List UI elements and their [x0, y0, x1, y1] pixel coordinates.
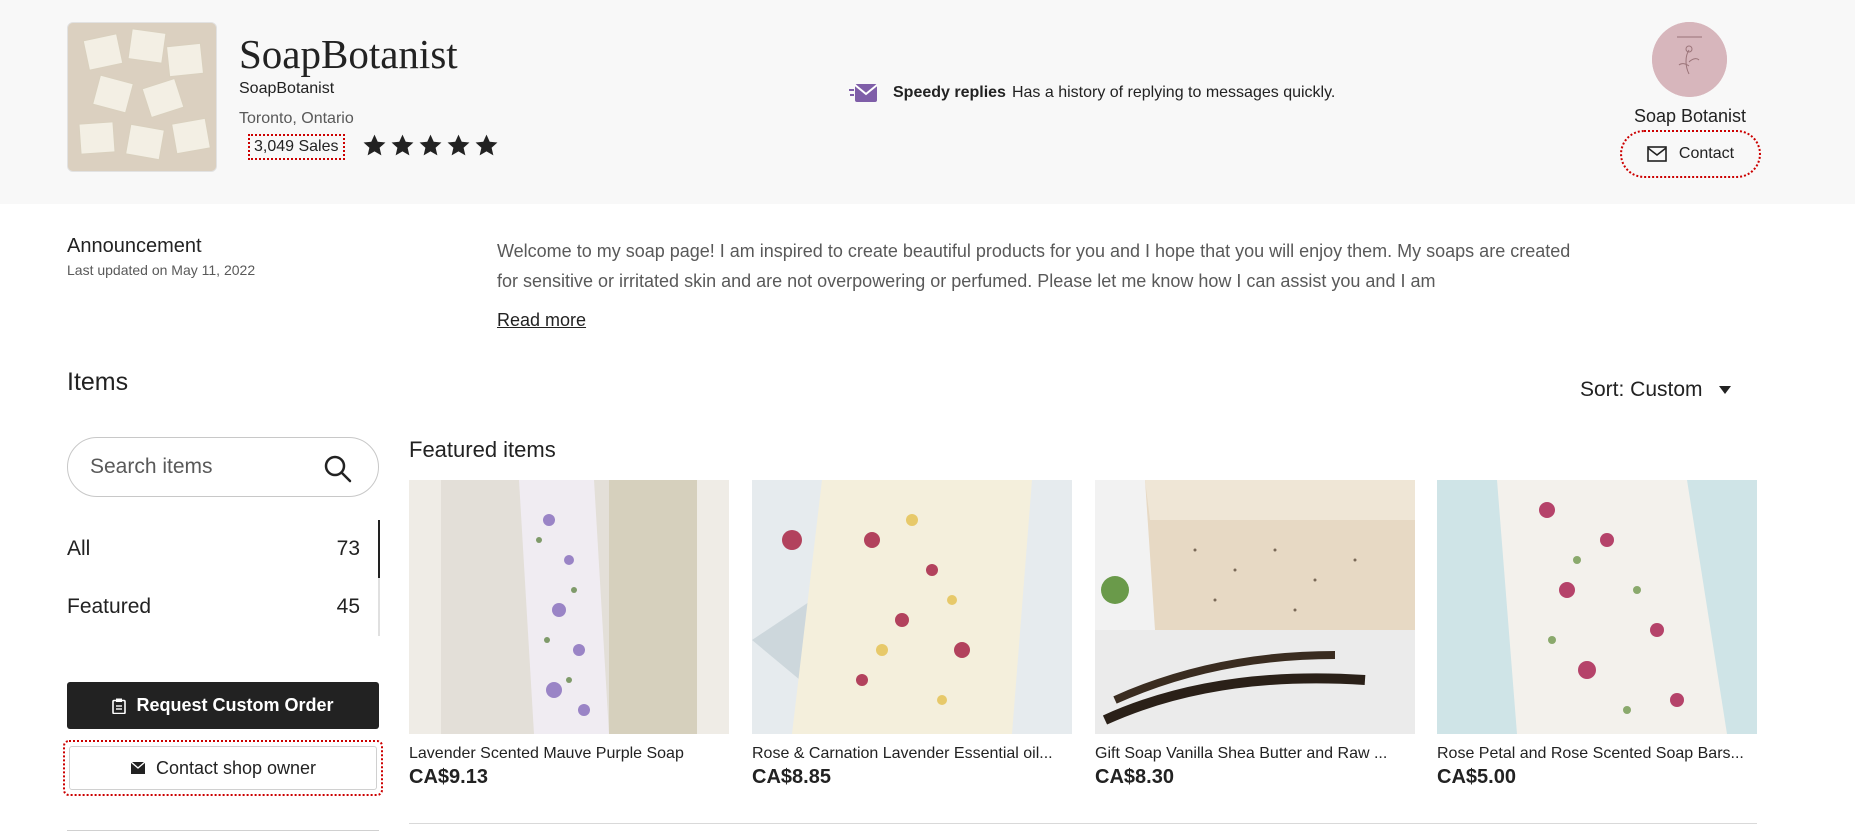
- listing-card[interactable]: Gift Soap Vanilla Shea Butter and Raw ..…: [1095, 480, 1415, 789]
- shop-logo-image[interactable]: [67, 22, 217, 172]
- sort-label: Sort: Custom: [1580, 378, 1703, 401]
- star-icon: [363, 134, 386, 156]
- search-icon[interactable]: [324, 455, 352, 483]
- caret-down-icon: [1718, 386, 1731, 394]
- category-count: 73: [336, 537, 360, 560]
- announcement-updated: Last updated on May 11, 2022: [67, 262, 256, 278]
- category-label: All: [67, 537, 91, 560]
- shop-name: SoapBotanist: [239, 31, 458, 77]
- category-count: 45: [336, 595, 360, 618]
- listing-card[interactable]: Rose & Carnation Lavender Essential oil.…: [752, 480, 1072, 789]
- sales-count-link[interactable]: 3,049 Sales: [248, 134, 345, 160]
- owner-name[interactable]: Soap Botanist: [1600, 106, 1780, 127]
- shop-header: SoapBotanist SoapBotanist Toronto, Ontar…: [0, 0, 1855, 204]
- listing-price: CA$9.13: [409, 766, 488, 788]
- shop-location: Toronto, Ontario: [239, 110, 354, 127]
- contact-button[interactable]: Contact: [1620, 130, 1761, 178]
- sidebar-divider: [67, 830, 379, 831]
- contact-shop-owner-label: Contact shop owner: [155, 757, 317, 778]
- rating-stars[interactable]: [362, 133, 499, 158]
- request-custom-order-button[interactable]: Request Custom Order: [67, 682, 379, 729]
- star-icon: [475, 134, 498, 156]
- clipboard-icon: [112, 698, 127, 714]
- grid-divider: [409, 823, 1757, 824]
- listing-price: CA$5.00: [1437, 766, 1516, 788]
- contact-shop-owner-button[interactable]: Contact shop owner: [63, 740, 383, 796]
- star-icon: [391, 134, 414, 156]
- featured-items-heading: Featured items: [409, 437, 556, 462]
- listing-card[interactable]: Rose Petal and Rose Scented Soap Bars...…: [1437, 480, 1757, 789]
- star-icon: [419, 134, 442, 156]
- owner-avatar[interactable]: [1652, 22, 1727, 97]
- contact-button-label: Contact: [1678, 145, 1735, 162]
- announcement-title: Announcement: [67, 235, 202, 257]
- speedy-replies-badge: Speedy replies Has a history of replying…: [849, 82, 1335, 104]
- search-box: [67, 437, 379, 497]
- listing-card[interactable]: Lavender Scented Mauve Purple Soap CA$9.…: [409, 480, 729, 789]
- shop-handle: SoapBotanist: [239, 80, 335, 97]
- speedy-title: Speedy replies: [893, 84, 1006, 101]
- listing-title[interactable]: Lavender Scented Mauve Purple Soap: [409, 745, 729, 763]
- category-featured[interactable]: Featured 45: [67, 578, 380, 636]
- listing-price: CA$8.85: [752, 766, 831, 788]
- speedy-envelope-icon: [849, 84, 878, 102]
- read-more-link[interactable]: Read more: [497, 310, 586, 331]
- listing-title[interactable]: Rose & Carnation Lavender Essential oil.…: [752, 745, 1072, 763]
- listing-image[interactable]: [1095, 480, 1415, 734]
- listing-image[interactable]: [409, 480, 729, 734]
- listing-title[interactable]: Rose Petal and Rose Scented Soap Bars...: [1437, 745, 1757, 763]
- listing-price: CA$8.30: [1095, 766, 1174, 788]
- category-list: All 73 Featured 45: [67, 520, 380, 636]
- star-icon: [447, 134, 470, 156]
- items-heading: Items: [67, 368, 129, 396]
- listing-title[interactable]: Gift Soap Vanilla Shea Butter and Raw ..…: [1095, 745, 1415, 763]
- announcement-text: Welcome to my soap page! I am inspired t…: [497, 241, 1571, 291]
- mail-icon: [1647, 146, 1667, 162]
- search-input[interactable]: [90, 455, 310, 479]
- request-custom-order-label: Request Custom Order: [136, 695, 334, 715]
- category-label: Featured: [67, 595, 152, 618]
- category-all[interactable]: All 73: [67, 520, 380, 578]
- listing-image[interactable]: [1437, 480, 1757, 734]
- envelope-icon: [130, 761, 146, 774]
- sort-dropdown[interactable]: Sort: Custom: [1580, 378, 1731, 402]
- listing-image[interactable]: [752, 480, 1072, 734]
- speedy-description: Has a history of replying to messages qu…: [1011, 84, 1336, 101]
